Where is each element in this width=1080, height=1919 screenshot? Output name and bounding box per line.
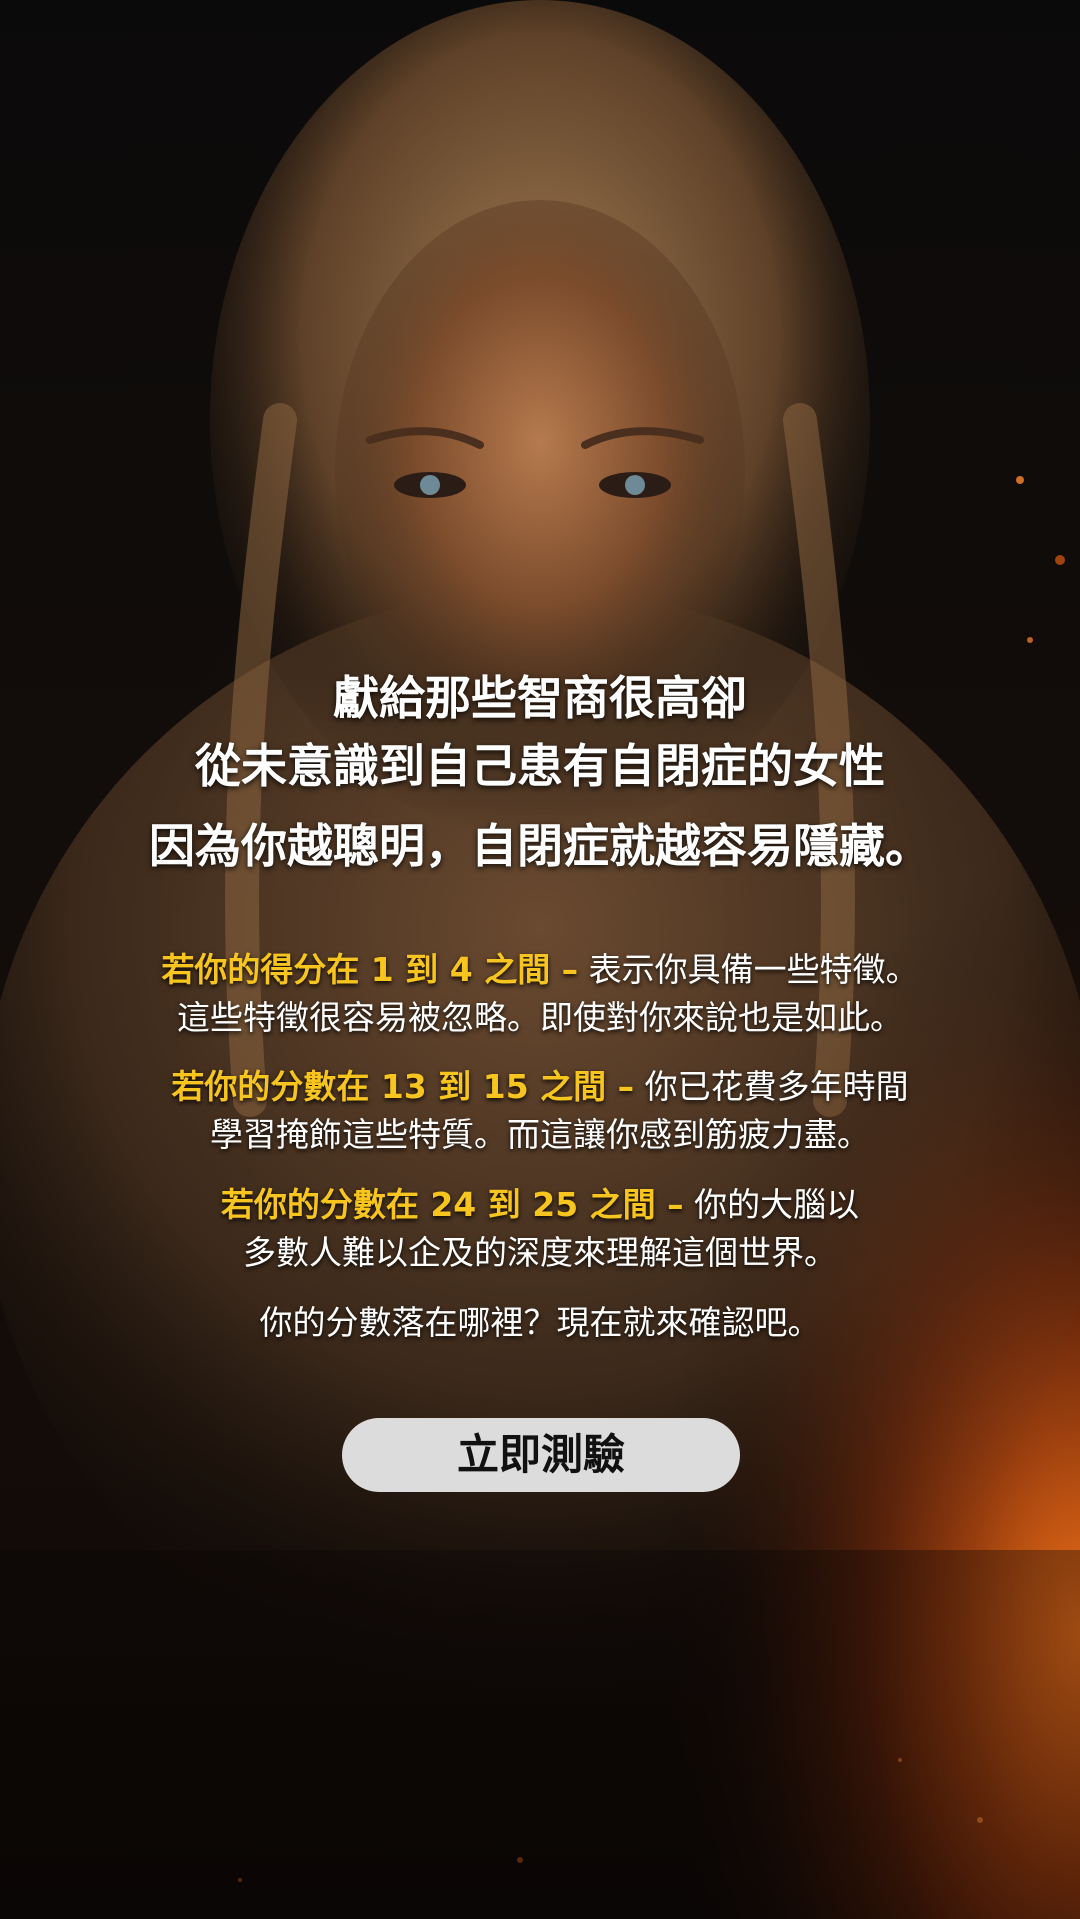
ad-page: 獻給那些智商很高卻 從未意識到自己患有自閉症的女性 因為你越聰明，自閉症就越容易… xyxy=(0,0,1080,1919)
score-range-1-4-highlight: 若你的得分在 1 到 4 之間 – xyxy=(161,950,579,989)
score-range-13-15-highlight: 若你的分數在 13 到 15 之間 – xyxy=(171,1067,635,1106)
score-range-24-25-line-2: 多數人難以企及的深度來理解這個世界。 xyxy=(243,1233,837,1272)
headline-line-1: 獻給那些智商很高卻 xyxy=(333,671,747,725)
score-range-13-15-line-2: 學習掩飾這些特質。而這讓你感到筋疲力盡。 xyxy=(210,1115,870,1154)
subheadline: 因為你越聰明，自閉症就越容易隱藏。 xyxy=(149,819,931,873)
score-range-13-15: 若你的分數在 13 到 15 之間 – 你已花費多年時間 學習掩飾這些特質。而這… xyxy=(60,1063,1020,1159)
score-range-1-4: 若你的得分在 1 到 4 之間 – 表示你具備一些特徵。 這些特徵很容易被忽略。… xyxy=(60,946,1020,1042)
headline-line-2: 從未意識到自己患有自閉症的女性 xyxy=(195,739,885,793)
score-range-24-25-highlight: 若你的分數在 24 到 25 之間 – xyxy=(220,1185,684,1224)
closing-question: 你的分數落在哪裡？現在就來確認吧。 xyxy=(259,1303,821,1342)
score-range-24-25: 若你的分數在 24 到 25 之間 – 你的大腦以 多數人難以企及的深度來理解這… xyxy=(60,1181,1020,1277)
score-range-1-4-text: 表示你具備一些特徵。 xyxy=(578,950,919,989)
score-range-1-4-line-2: 這些特徵很容易被忽略。即使對你來說也是如此。 xyxy=(177,998,903,1037)
score-range-24-25-text: 你的大腦以 xyxy=(683,1185,860,1224)
score-range-13-15-text: 你已花費多年時間 xyxy=(634,1067,909,1106)
take-test-button[interactable]: 立即測驗 xyxy=(342,1418,740,1492)
